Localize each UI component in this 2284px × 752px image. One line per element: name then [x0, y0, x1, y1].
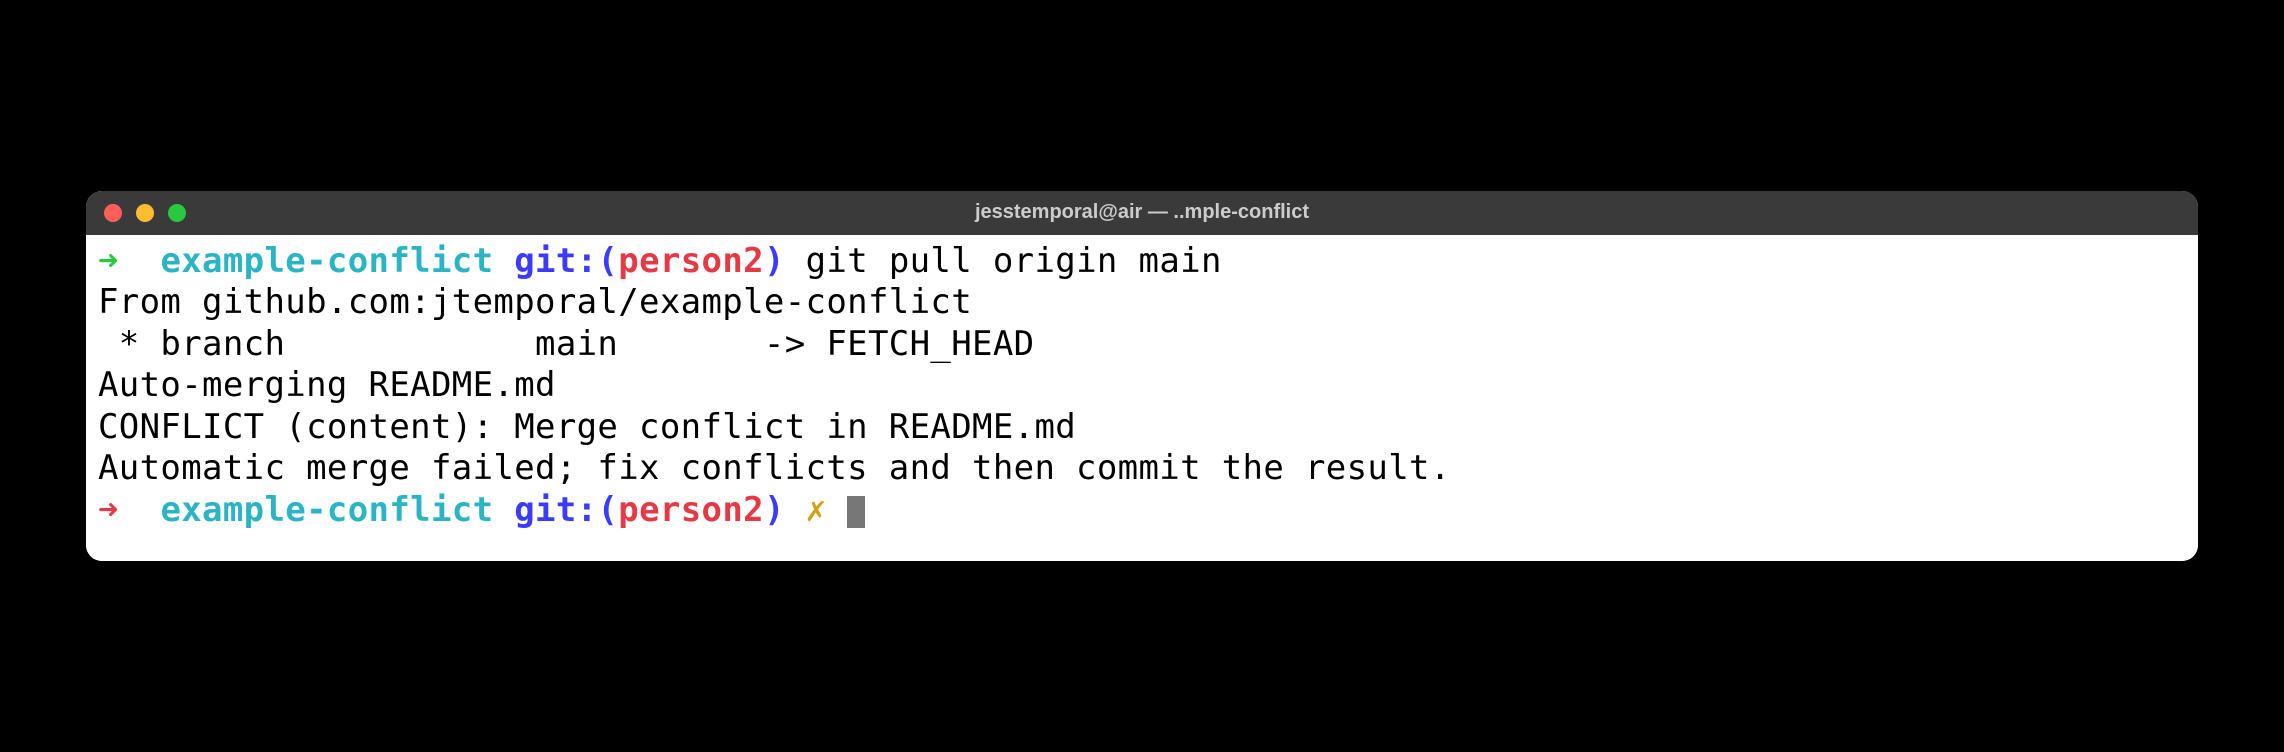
prompt-arrow-icon: ➜ — [98, 490, 119, 530]
title-bar: jesstemporal@air — ..mple-conflict — [86, 191, 2198, 235]
output-line: From github.com:jtemporal/example-confli… — [98, 282, 2186, 323]
git-label: git:( — [514, 490, 618, 530]
git-label: git:( — [514, 241, 618, 281]
prompt-line-1: ➜ example-conflict git:(person2) git pul… — [98, 241, 2186, 282]
output-line: * branch main -> FETCH_HEAD — [98, 324, 2186, 365]
prompt-directory: example-conflict — [160, 241, 493, 281]
git-branch: person2 — [618, 241, 764, 281]
traffic-lights — [104, 204, 186, 222]
minimize-icon[interactable] — [136, 204, 154, 222]
output-line: Auto-merging README.md — [98, 365, 2186, 406]
git-dirty-icon: ✗ — [806, 490, 827, 530]
close-icon[interactable] — [104, 204, 122, 222]
prompt-arrow-icon: ➜ — [98, 241, 119, 281]
window-title: jesstemporal@air — ..mple-conflict — [104, 201, 2180, 224]
git-branch: person2 — [618, 490, 764, 530]
command-text: git pull origin main — [806, 241, 1222, 281]
git-close: ) — [764, 490, 785, 530]
maximize-icon[interactable] — [168, 204, 186, 222]
output-line: CONFLICT (content): Merge conflict in RE… — [98, 407, 2186, 448]
prompt-directory: example-conflict — [160, 490, 493, 530]
output-line: Automatic merge failed; fix conflicts an… — [98, 448, 2186, 489]
cursor-icon — [847, 496, 865, 528]
prompt-line-2: ➜ example-conflict git:(person2) ✗ — [98, 490, 2186, 531]
terminal-body[interactable]: ➜ example-conflict git:(person2) git pul… — [86, 235, 2198, 561]
terminal-window: jesstemporal@air — ..mple-conflict ➜ exa… — [86, 191, 2198, 561]
git-close: ) — [764, 241, 785, 281]
